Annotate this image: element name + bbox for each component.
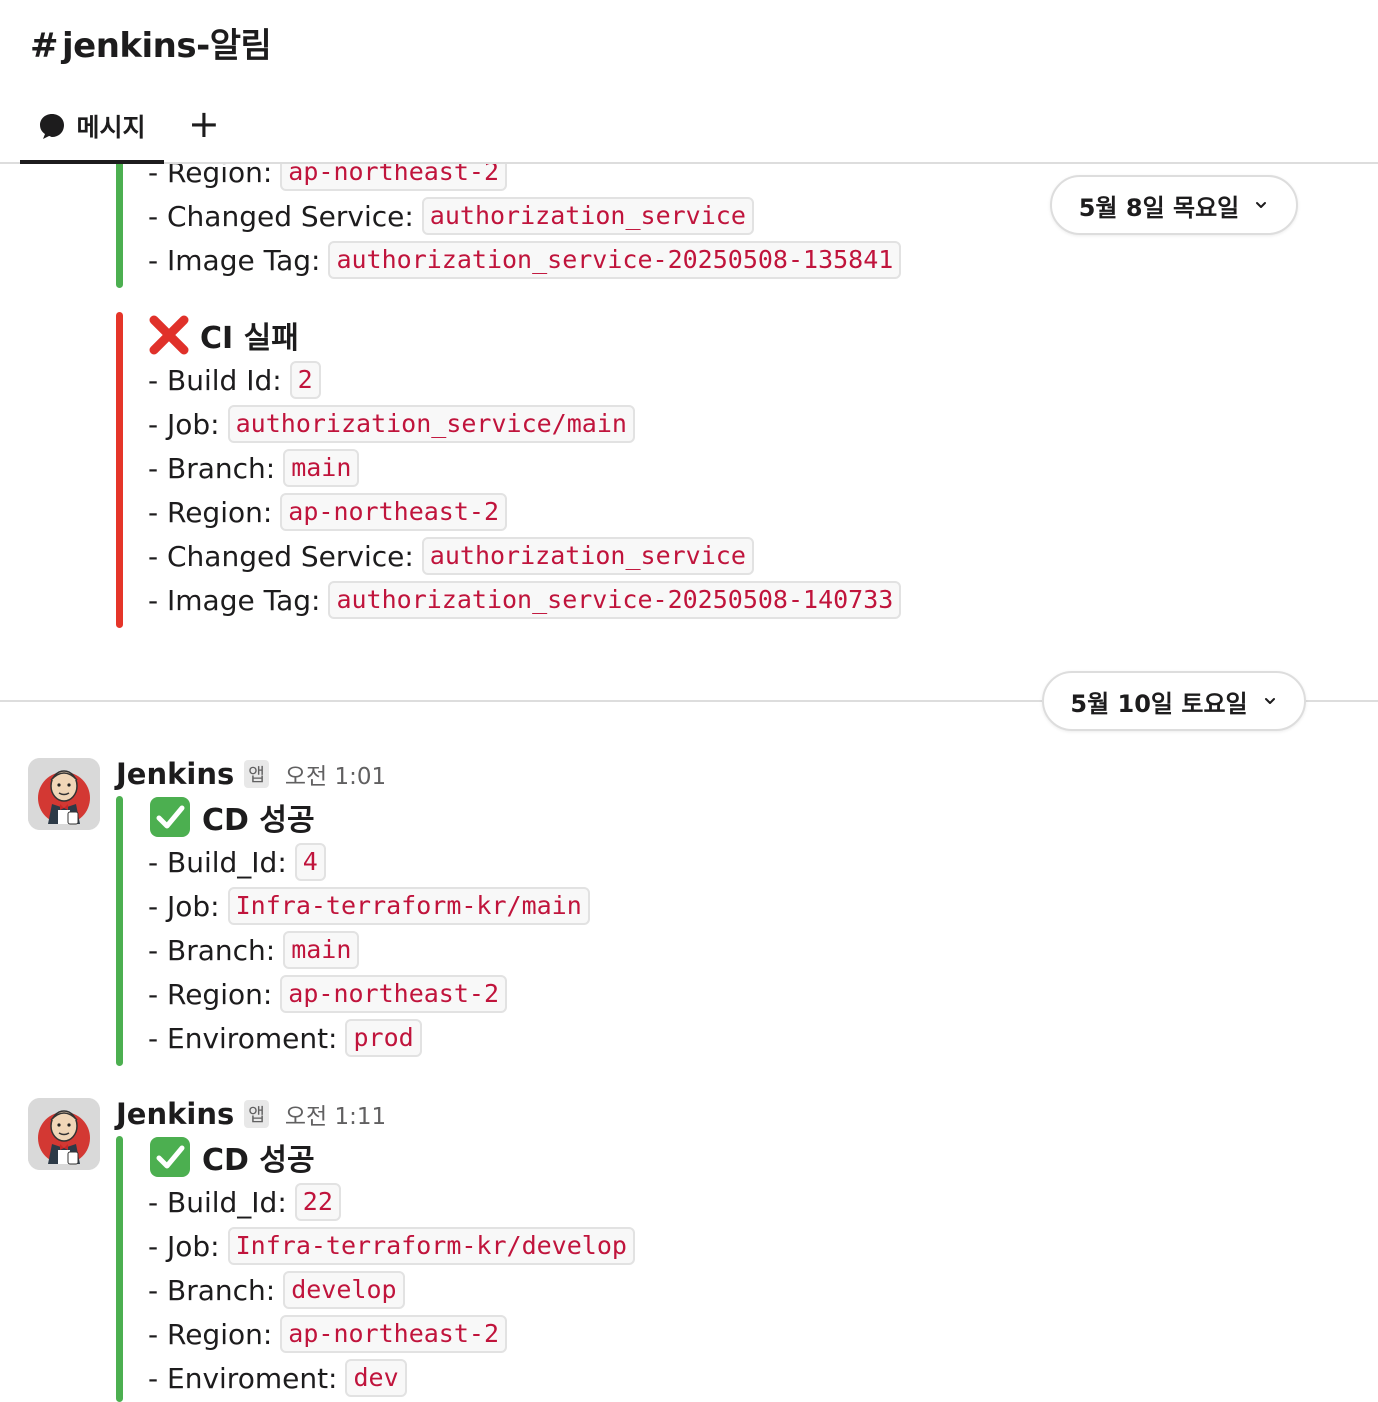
jenkins-avatar[interactable] bbox=[28, 758, 100, 830]
attachment-title: CD 성공 bbox=[148, 794, 315, 840]
app-badge: 앱 bbox=[244, 760, 269, 788]
field-label: - Branch: bbox=[148, 933, 276, 967]
field-row: - Job: Infra-terraform-kr/main bbox=[148, 886, 590, 926]
field-value-code: main bbox=[283, 931, 360, 969]
field-row: - Job: authorization_service/main bbox=[148, 404, 635, 444]
field-label: - Image Tag: bbox=[148, 583, 321, 617]
field-value-code: Infra-terraform-kr/develop bbox=[227, 1227, 635, 1265]
field-row: - Changed Service: authorization_service bbox=[148, 536, 754, 576]
field-value-code: authorization_service bbox=[421, 197, 754, 235]
field-value-code: authorization_service-20250508-135841 bbox=[328, 241, 902, 279]
field-label: - Enviroment: bbox=[148, 1361, 338, 1395]
channel-header: # jenkins-알림 메시지 + bbox=[0, 0, 1378, 164]
tab-label: 메시지 bbox=[76, 113, 146, 142]
field-row: - Enviroment: prod bbox=[148, 1018, 422, 1058]
field-value-code: ap-northeast-2 bbox=[280, 493, 508, 531]
field-value-code: prod bbox=[345, 1019, 422, 1057]
message-timestamp[interactable]: 오전 1:11 bbox=[285, 1097, 386, 1131]
field-value-code: dev bbox=[345, 1359, 407, 1397]
channel-title[interactable]: # jenkins-알림 bbox=[30, 18, 272, 67]
date-label: 5월 10일 토요일 bbox=[1070, 689, 1248, 718]
field-label: - Region: bbox=[148, 1317, 273, 1351]
jenkins-logo-icon bbox=[28, 1098, 100, 1170]
chevron-down-icon bbox=[1264, 698, 1275, 704]
field-label: - Build Id: bbox=[148, 363, 282, 397]
field-row: - Enviroment: dev bbox=[148, 1358, 407, 1398]
date-label: 5월 8일 목요일 bbox=[1078, 193, 1240, 222]
field-row: - Region: ap-northeast-2 bbox=[148, 1314, 508, 1354]
field-label: - Job: bbox=[148, 407, 220, 441]
field-label: - Branch: bbox=[148, 451, 276, 485]
attachment-title: CD 성공 bbox=[148, 1134, 315, 1180]
field-label: - Enviroment: bbox=[148, 1021, 338, 1055]
attachment-title: CI 실패 bbox=[148, 312, 299, 358]
field-value-code: Infra-terraform-kr/main bbox=[227, 887, 590, 925]
date-jump-button[interactable]: 5월 10일 토요일 bbox=[1042, 671, 1306, 731]
field-value-code: authorization_service bbox=[421, 537, 754, 575]
chat-bubble-icon bbox=[40, 114, 65, 139]
field-value-code: develop bbox=[283, 1271, 405, 1309]
attachment-bar-failure bbox=[116, 312, 123, 628]
message-timestamp[interactable]: 오전 1:01 bbox=[285, 757, 386, 791]
field-value-code: ap-northeast-2 bbox=[280, 975, 508, 1013]
field-label: - Region: bbox=[148, 495, 273, 529]
field-row: - Changed Service: authorization_service bbox=[148, 196, 754, 236]
sender-name[interactable]: Jenkins bbox=[116, 1097, 234, 1131]
field-row: - Branch: develop bbox=[148, 1270, 405, 1310]
field-row: - Region: ap-northeast-2 bbox=[148, 492, 508, 532]
check-mark-icon bbox=[150, 1137, 190, 1177]
attachment-title-text: CI 실패 bbox=[200, 321, 299, 356]
field-row: - Build Id: 2 bbox=[148, 360, 321, 400]
field-value-code: 4 bbox=[294, 843, 326, 881]
field-row: - Image Tag: authorization_service-20250… bbox=[148, 580, 902, 620]
field-value-code: authorization_service-20250508-140733 bbox=[328, 581, 902, 619]
field-row: - Branch: main bbox=[148, 930, 360, 970]
add-tab-button[interactable]: + bbox=[188, 104, 220, 144]
field-row: - Image Tag: authorization_service-20250… bbox=[148, 240, 902, 280]
field-row: - Build_Id: 22 bbox=[148, 1182, 341, 1222]
jenkins-logo-icon bbox=[28, 758, 100, 830]
field-value-code: 22 bbox=[294, 1183, 341, 1221]
app-badge: 앱 bbox=[244, 1100, 269, 1128]
attachment-title-text: CD 성공 bbox=[202, 803, 315, 838]
field-label: - Changed Service: bbox=[148, 199, 414, 233]
field-label: - Image Tag: bbox=[148, 243, 321, 277]
attachment-bar-success bbox=[116, 150, 123, 288]
field-label: - Build_Id: bbox=[148, 1185, 287, 1219]
attachment-bar-success bbox=[116, 796, 123, 1066]
field-label: - Changed Service: bbox=[148, 539, 414, 573]
attachment-title-text: CD 성공 bbox=[202, 1143, 315, 1178]
attachment-bar-success bbox=[116, 1136, 123, 1402]
field-label: - Region: bbox=[148, 977, 273, 1011]
sender-name[interactable]: Jenkins bbox=[116, 757, 234, 791]
cross-mark-icon bbox=[149, 315, 189, 355]
check-mark-icon bbox=[150, 797, 190, 837]
message-header: Jenkins 앱 오전 1:11 bbox=[116, 1096, 386, 1132]
field-value-code: ap-northeast-2 bbox=[280, 1315, 508, 1353]
field-label: - Build_Id: bbox=[148, 845, 287, 879]
field-row: - Branch: main bbox=[148, 448, 360, 488]
field-row: - Job: Infra-terraform-kr/develop bbox=[148, 1226, 635, 1266]
field-row: - Region: ap-northeast-2 bbox=[148, 974, 508, 1014]
field-label: - Branch: bbox=[148, 1273, 276, 1307]
field-row: - Build_Id: 4 bbox=[148, 842, 326, 882]
field-value-code: main bbox=[283, 449, 360, 487]
channel-name: jenkins-알림 bbox=[62, 26, 272, 66]
date-jump-button[interactable]: 5월 8일 목요일 bbox=[1050, 175, 1298, 235]
field-value-code: authorization_service/main bbox=[227, 405, 635, 443]
message-header: Jenkins 앱 오전 1:01 bbox=[116, 756, 386, 792]
jenkins-avatar[interactable] bbox=[28, 1098, 100, 1170]
tab-messages[interactable]: 메시지 bbox=[20, 100, 164, 164]
field-label: - Job: bbox=[148, 889, 220, 923]
channel-hash: # bbox=[30, 26, 59, 66]
field-value-code: 2 bbox=[289, 361, 321, 399]
chevron-down-icon bbox=[1256, 202, 1267, 208]
field-label: - Job: bbox=[148, 1229, 220, 1263]
message-feed[interactable]: - Region: ap-northeast-2 - Changed Servi… bbox=[0, 0, 1378, 1402]
